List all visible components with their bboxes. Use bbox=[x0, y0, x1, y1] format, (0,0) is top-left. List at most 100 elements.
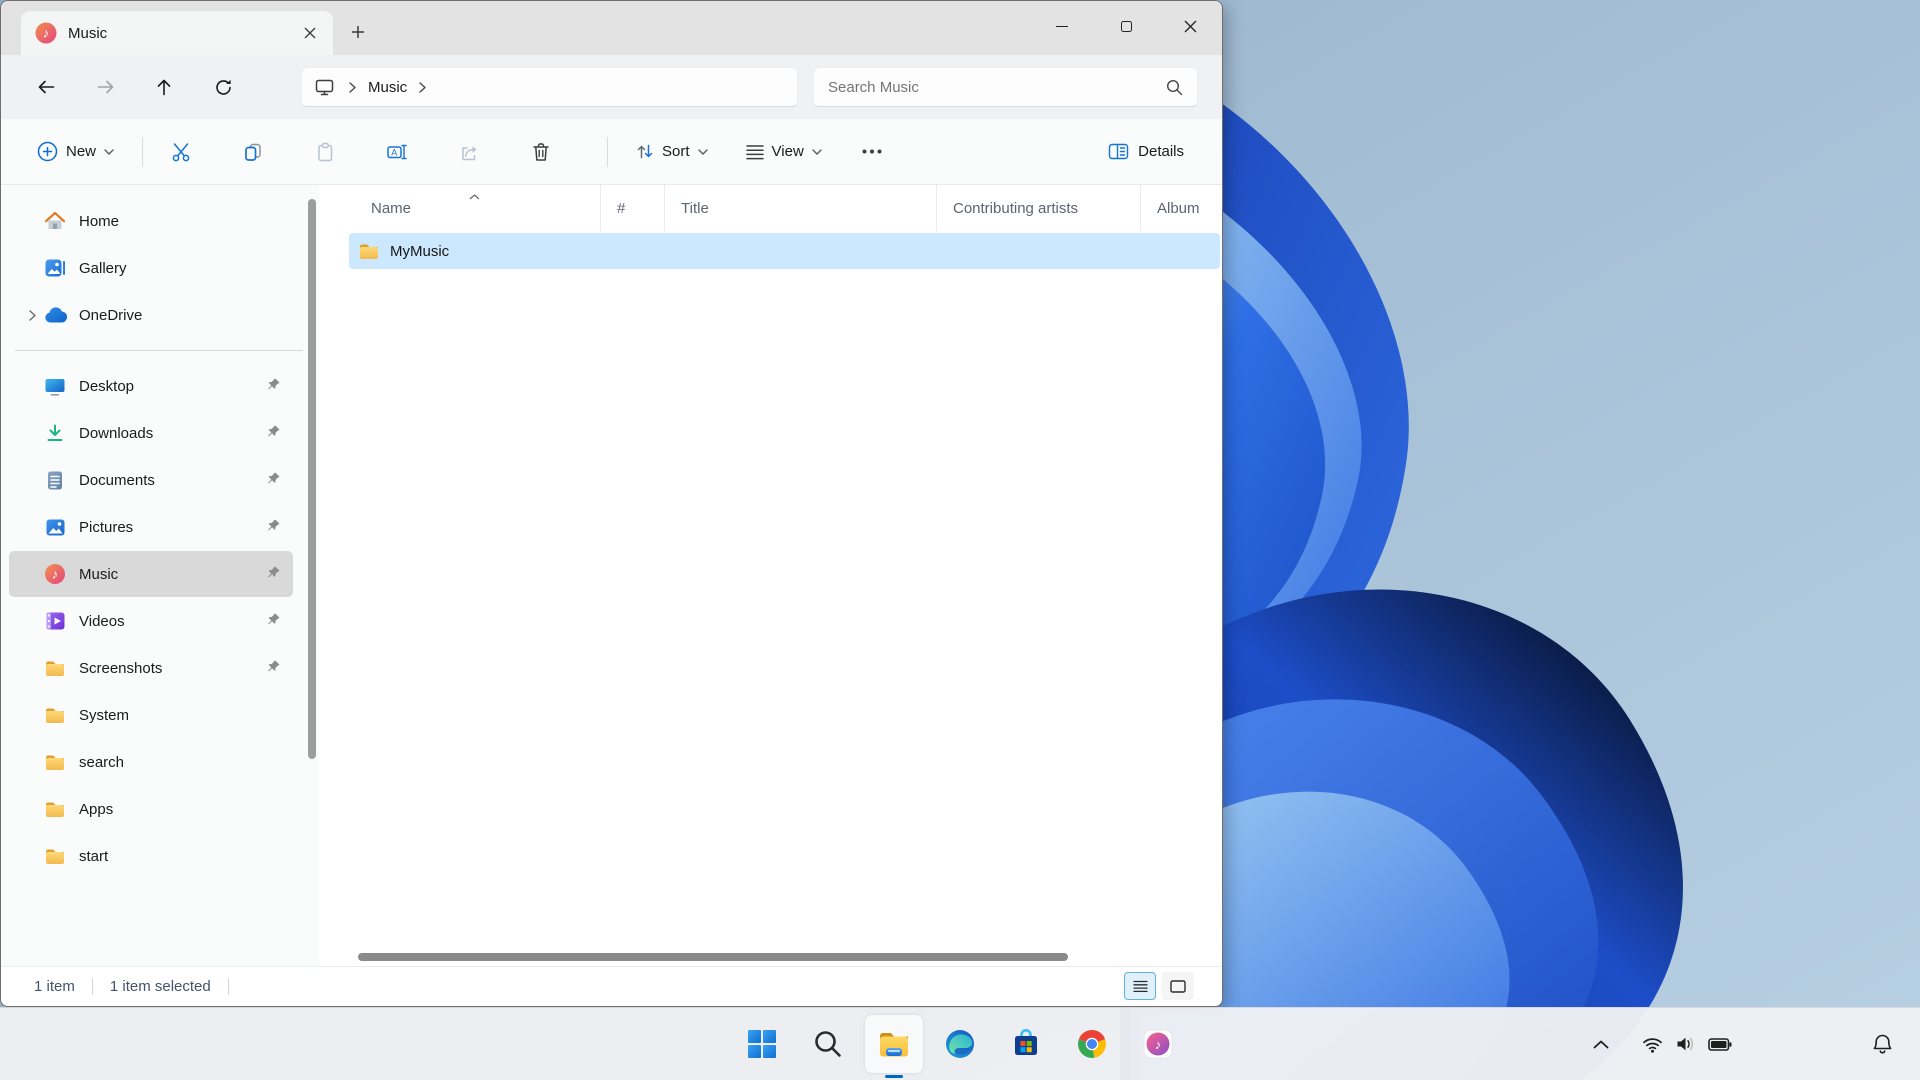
copy-button[interactable] bbox=[231, 130, 275, 174]
cut-button[interactable] bbox=[159, 130, 203, 174]
selection-count: 1 item selected bbox=[109, 978, 211, 995]
file-explorer-icon bbox=[880, 1033, 908, 1057]
quick-settings-button[interactable] bbox=[1632, 1022, 1742, 1066]
folder-icon bbox=[43, 659, 67, 678]
tray-overflow-button[interactable] bbox=[1582, 1022, 1620, 1066]
delete-button[interactable] bbox=[519, 130, 563, 174]
tab-music[interactable]: ♪ Music bbox=[21, 11, 333, 55]
sidebar-item-music[interactable]: ♪ Music bbox=[9, 551, 293, 597]
sidebar-item-gallery[interactable]: Gallery bbox=[9, 245, 293, 291]
tab-close-icon[interactable] bbox=[295, 18, 325, 48]
sidebar-item-desktop[interactable]: Desktop bbox=[9, 363, 293, 409]
file-name: MyMusic bbox=[390, 242, 450, 260]
share-button[interactable] bbox=[447, 130, 491, 174]
new-label: New bbox=[66, 143, 97, 160]
forward-button[interactable] bbox=[84, 66, 126, 108]
sidebar-item-start[interactable]: start bbox=[9, 833, 293, 879]
taskbar: ♪ bbox=[0, 1007, 1920, 1080]
maximize-button[interactable] bbox=[1094, 1, 1158, 51]
sidebar-item-search[interactable]: search bbox=[9, 739, 293, 785]
chevron-down-icon bbox=[104, 148, 114, 155]
folder-icon bbox=[43, 753, 67, 772]
rename-button[interactable]: A bbox=[375, 130, 419, 174]
minimize-button[interactable] bbox=[1030, 1, 1094, 51]
back-button[interactable] bbox=[25, 66, 67, 108]
search-input[interactable] bbox=[828, 78, 1166, 96]
paste-button[interactable] bbox=[303, 130, 347, 174]
more-options-button[interactable] bbox=[850, 130, 894, 174]
downloads-icon bbox=[43, 423, 67, 443]
pictures-icon bbox=[43, 518, 67, 537]
file-row-mymusic[interactable]: MyMusic bbox=[349, 233, 1220, 269]
sidebar-item-system[interactable]: System bbox=[9, 692, 293, 738]
svg-text:A: A bbox=[391, 147, 397, 157]
sidebar-scrollbar[interactable] bbox=[308, 199, 316, 759]
details-button[interactable]: Details bbox=[1096, 134, 1196, 169]
sidebar-item-documents[interactable]: Documents bbox=[9, 457, 293, 503]
close-button[interactable] bbox=[1158, 1, 1222, 51]
main-area: Home Gallery OneDrive Desktop Downloads … bbox=[1, 185, 1222, 966]
tab-bar: ♪ Music bbox=[1, 1, 1222, 55]
folder-icon bbox=[360, 244, 378, 259]
volume-icon bbox=[1677, 1037, 1693, 1051]
new-button[interactable]: New bbox=[25, 133, 126, 170]
thumbnail-view-button[interactable] bbox=[1162, 972, 1194, 1000]
chevron-right-icon[interactable] bbox=[349, 81, 356, 93]
toolbar-separator bbox=[142, 136, 144, 167]
pin-icon bbox=[266, 518, 281, 538]
column-header-album[interactable]: Album bbox=[1141, 185, 1222, 231]
active-app-indicator bbox=[885, 1075, 903, 1078]
sort-label: Sort bbox=[662, 143, 690, 160]
tab-title: Music bbox=[68, 24, 108, 42]
file-list-pane: Name # Title Contributing artists Album … bbox=[319, 185, 1222, 966]
up-button[interactable] bbox=[143, 66, 185, 108]
home-icon bbox=[43, 211, 67, 231]
pin-icon bbox=[266, 612, 281, 632]
taskbar-store-button[interactable] bbox=[997, 1015, 1055, 1073]
refresh-button[interactable] bbox=[202, 66, 244, 108]
expand-chevron-icon[interactable] bbox=[21, 309, 43, 321]
column-header-title[interactable]: Title bbox=[665, 185, 937, 231]
plus-circle-icon bbox=[37, 141, 58, 162]
command-toolbar: New A Sort View Details bbox=[1, 119, 1222, 185]
sidebar-item-home[interactable]: Home bbox=[9, 198, 293, 244]
taskbar-file-explorer-button[interactable] bbox=[865, 1015, 923, 1078]
view-button[interactable]: View bbox=[734, 135, 834, 168]
sidebar-item-apps[interactable]: Apps bbox=[9, 786, 293, 832]
taskbar-itunes-button[interactable]: ♪ bbox=[1129, 1015, 1187, 1073]
search-icon[interactable] bbox=[1166, 79, 1183, 96]
breadcrumb-music[interactable]: Music bbox=[368, 79, 407, 96]
start-button[interactable] bbox=[733, 1015, 791, 1073]
itunes-icon: ♪ bbox=[1143, 1029, 1173, 1059]
navigation-pane: Home Gallery OneDrive Desktop Downloads … bbox=[1, 185, 319, 966]
horizontal-scrollbar[interactable] bbox=[353, 950, 1218, 964]
scrollbar-thumb[interactable] bbox=[358, 953, 1068, 961]
edge-icon bbox=[946, 1030, 974, 1058]
taskbar-chrome-button[interactable] bbox=[1063, 1015, 1121, 1073]
sidebar-item-videos[interactable]: Videos bbox=[9, 598, 293, 644]
details-label: Details bbox=[1138, 143, 1184, 160]
folder-icon bbox=[43, 847, 67, 866]
new-tab-button[interactable] bbox=[341, 15, 375, 49]
folder-icon bbox=[43, 800, 67, 819]
rename-icon: A bbox=[387, 144, 407, 159]
sidebar-item-screenshots[interactable]: Screenshots bbox=[9, 645, 293, 691]
chevron-right-icon[interactable] bbox=[419, 81, 426, 93]
column-header-number[interactable]: # bbox=[601, 185, 665, 231]
notification-center-button[interactable] bbox=[1860, 1022, 1904, 1066]
copy-icon bbox=[245, 143, 261, 161]
sort-button[interactable]: Sort bbox=[624, 134, 720, 169]
sidebar-item-downloads[interactable]: Downloads bbox=[9, 410, 293, 456]
chrome-icon bbox=[1078, 1030, 1106, 1059]
sidebar-item-onedrive[interactable]: OneDrive bbox=[9, 292, 293, 338]
pin-icon bbox=[266, 659, 281, 679]
share-icon bbox=[462, 145, 477, 160]
taskbar-search-button[interactable] bbox=[799, 1015, 857, 1073]
chevron-down-icon bbox=[812, 148, 822, 155]
music-icon: ♪ bbox=[43, 563, 67, 585]
taskbar-edge-button[interactable] bbox=[931, 1015, 989, 1073]
details-view-button[interactable] bbox=[1124, 972, 1156, 1000]
address-bar[interactable]: Music bbox=[301, 67, 798, 107]
column-header-contributing-artists[interactable]: Contributing artists bbox=[937, 185, 1141, 231]
sidebar-item-pictures[interactable]: Pictures bbox=[9, 504, 293, 550]
